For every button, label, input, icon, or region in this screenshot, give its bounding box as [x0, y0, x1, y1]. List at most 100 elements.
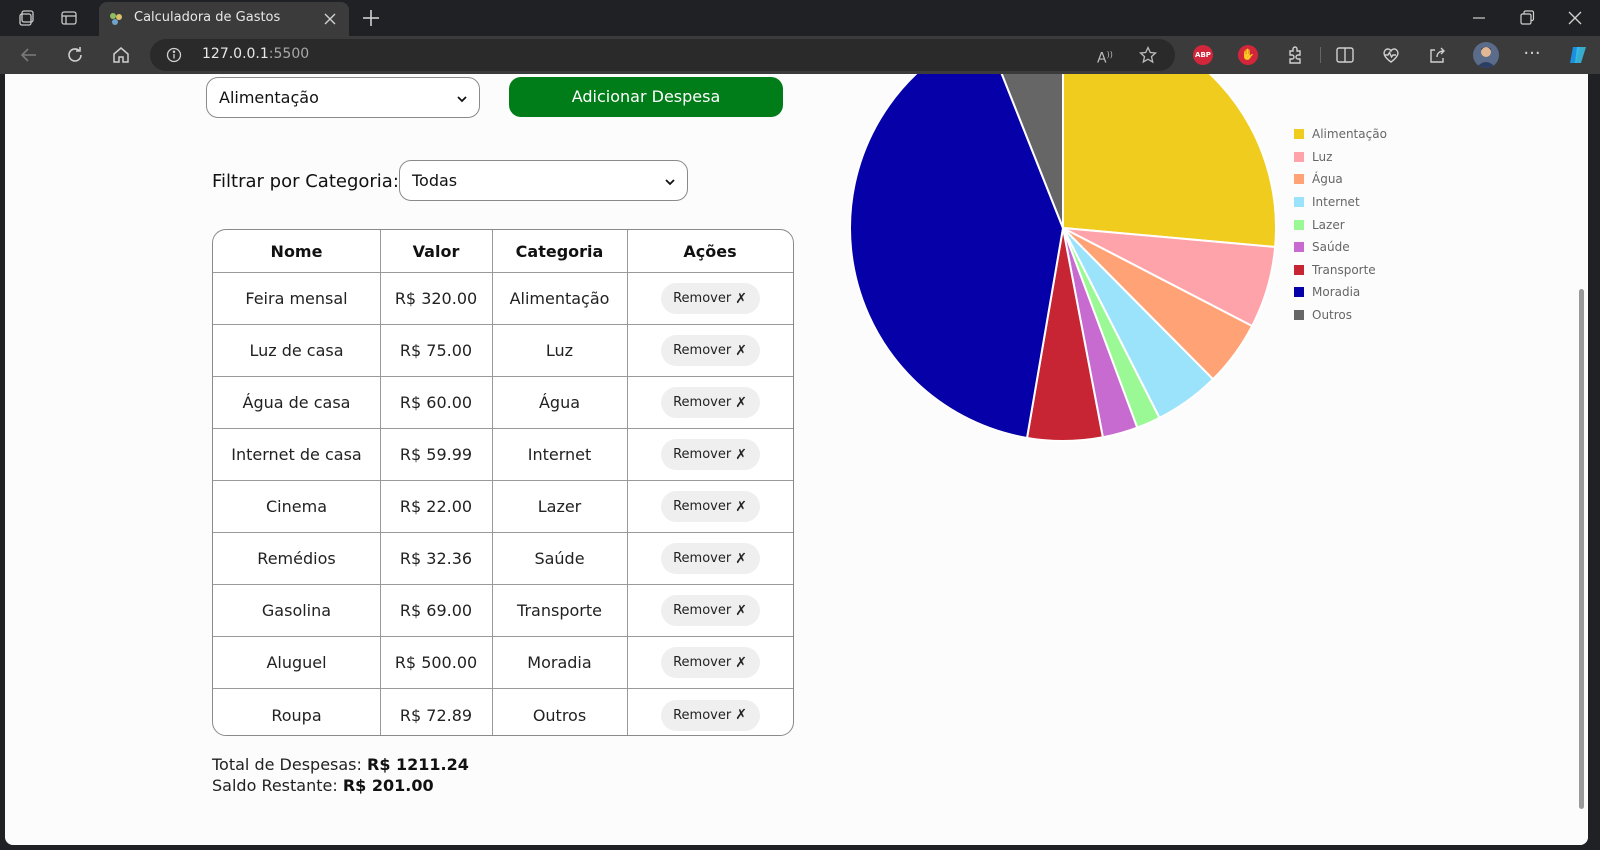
- close-window-icon[interactable]: [1565, 8, 1585, 28]
- cell-categoria: Alimentação: [509, 289, 610, 308]
- legend-item[interactable]: Transporte: [1294, 259, 1387, 282]
- legend-swatch: [1294, 197, 1304, 208]
- legend-swatch: [1294, 264, 1304, 275]
- legend-label: Outros: [1312, 308, 1353, 323]
- favorite-star-icon[interactable]: [1138, 45, 1158, 65]
- address-bar[interactable]: 127.0.0.1:5500 A)): [150, 39, 1175, 71]
- more-options-icon[interactable]: ···: [1521, 44, 1543, 66]
- total-line: Total de Despesas: R$ 1211.24: [212, 754, 469, 775]
- browser-essentials-icon[interactable]: [1380, 44, 1402, 66]
- table-row: Aluguel R$ 500.00 Moradia Remover ✗: [213, 637, 793, 689]
- remove-x-icon: ✗: [735, 550, 747, 567]
- tab-actions-icon[interactable]: [59, 8, 79, 28]
- restore-icon[interactable]: [1517, 8, 1537, 28]
- legend-item[interactable]: Saúde: [1294, 236, 1387, 259]
- table-header-row: Nome Valor Categoria Ações: [213, 230, 793, 273]
- filter-label: Filtrar por Categoria:: [212, 171, 399, 192]
- remove-button[interactable]: Remover ✗: [660, 387, 760, 418]
- profile-avatar[interactable]: [1473, 42, 1499, 68]
- legend-item[interactable]: Lazer: [1294, 213, 1387, 236]
- refresh-icon[interactable]: [64, 44, 86, 66]
- table-row: Cinema R$ 22.00 Lazer Remover ✗: [213, 481, 793, 533]
- cell-acoes: Remover ✗: [627, 689, 793, 735]
- back-arrow-icon[interactable]: [18, 44, 40, 66]
- table-row: Remédios R$ 32.36 Saúde Remover ✗: [213, 533, 793, 585]
- table-row: Gasolina R$ 69.00 Transporte Remover ✗: [213, 585, 793, 637]
- new-tab-icon[interactable]: [360, 7, 382, 29]
- filter-category-select[interactable]: Todas: [399, 160, 688, 201]
- remove-button[interactable]: Remover ✗: [660, 647, 760, 678]
- saldo-value: R$ 201.00: [342, 776, 434, 795]
- legend-item[interactable]: Moradia: [1294, 281, 1387, 304]
- category-select[interactable]: Alimentação: [206, 77, 480, 118]
- legend-item[interactable]: Alimentação: [1294, 123, 1387, 146]
- minimize-icon[interactable]: [1469, 8, 1489, 28]
- remove-button[interactable]: Remover ✗: [660, 595, 760, 626]
- chevron-down-icon: [663, 174, 677, 188]
- legend-label: Água: [1312, 172, 1343, 187]
- remove-button-label: Remover: [673, 447, 732, 462]
- legend-item[interactable]: Internet: [1294, 191, 1387, 214]
- saldo-label: Saldo Restante:: [212, 776, 338, 795]
- remove-x-icon: ✗: [735, 498, 747, 515]
- legend-item[interactable]: Luz: [1294, 146, 1387, 169]
- cell-categoria: Transporte: [517, 601, 602, 620]
- chevron-down-icon: [455, 91, 469, 105]
- remove-button[interactable]: Remover ✗: [660, 543, 760, 574]
- legend-swatch: [1294, 242, 1304, 253]
- share-icon[interactable]: [1426, 44, 1448, 66]
- browser-tab-active[interactable]: Calculadora de Gastos: [99, 2, 349, 36]
- legend-label: Transporte: [1312, 262, 1376, 277]
- category-select-value: Alimentação: [219, 88, 319, 107]
- workspaces-icon[interactable]: [17, 8, 37, 28]
- remove-button-label: Remover: [673, 551, 732, 566]
- remove-button-label: Remover: [673, 603, 732, 618]
- read-aloud-icon[interactable]: A)): [1097, 45, 1117, 67]
- page-viewport: Alimentação Adicionar Despesa Filtrar po…: [5, 74, 1588, 845]
- legend-label: Moradia: [1312, 285, 1361, 300]
- filter-select-value: Todas: [412, 171, 458, 190]
- cell-acoes: Remover ✗: [627, 533, 793, 584]
- total-label: Total de Despesas:: [212, 755, 362, 774]
- cell-nome: Água de casa: [242, 393, 351, 412]
- pie-slice-0[interactable]: [1062, 74, 1277, 249]
- cell-acoes: Remover ✗: [627, 273, 793, 324]
- vertical-scrollbar[interactable]: [1576, 74, 1588, 845]
- column-divider: [627, 230, 628, 735]
- header-acoes: Ações: [683, 241, 737, 261]
- split-screen-icon[interactable]: [1334, 44, 1356, 66]
- remove-button-label: Remover: [673, 395, 732, 410]
- remove-x-icon: ✗: [735, 394, 747, 411]
- site-info-icon[interactable]: [166, 47, 182, 63]
- cell-categoria: Moradia: [527, 653, 592, 672]
- hand-extension-icon[interactable]: ✋: [1238, 45, 1258, 65]
- cell-nome: Luz de casa: [249, 341, 344, 360]
- adblock-plus-icon[interactable]: ABP: [1193, 45, 1213, 65]
- table-row: Luz de casa R$ 75.00 Luz Remover ✗: [213, 325, 793, 377]
- home-icon[interactable]: [110, 44, 132, 66]
- remove-button[interactable]: Remover ✗: [660, 439, 760, 470]
- url-port: :5500: [268, 46, 310, 62]
- cell-acoes: Remover ✗: [627, 481, 793, 532]
- scrollbar-thumb[interactable]: [1579, 289, 1584, 809]
- add-expense-button[interactable]: Adicionar Despesa: [509, 77, 783, 117]
- remove-button[interactable]: Remover ✗: [660, 335, 760, 366]
- cell-valor: R$ 72.89: [399, 705, 473, 725]
- saldo-line: Saldo Restante: R$ 201.00: [212, 775, 469, 796]
- remove-button[interactable]: Remover ✗: [660, 491, 760, 522]
- cell-valor: R$ 320.00: [394, 289, 478, 308]
- cell-nome: Gasolina: [261, 601, 332, 620]
- legend-item[interactable]: Água: [1294, 168, 1387, 191]
- copilot-icon[interactable]: [1567, 44, 1589, 66]
- cell-nome: Internet de casa: [231, 445, 362, 464]
- remove-button[interactable]: Remover ✗: [660, 283, 760, 314]
- favicon-icon: [108, 11, 124, 27]
- remove-button-label: Remover: [673, 343, 732, 358]
- remove-button[interactable]: Remover ✗: [660, 699, 760, 731]
- cell-categoria: Luz: [545, 341, 574, 360]
- legend-item[interactable]: Outros: [1294, 304, 1387, 327]
- totals-section: Total de Despesas: R$ 1211.24 Saldo Rest…: [212, 754, 469, 796]
- legend-label: Saúde: [1312, 240, 1350, 255]
- close-tab-icon[interactable]: [322, 11, 338, 27]
- extensions-icon[interactable]: [1284, 44, 1306, 66]
